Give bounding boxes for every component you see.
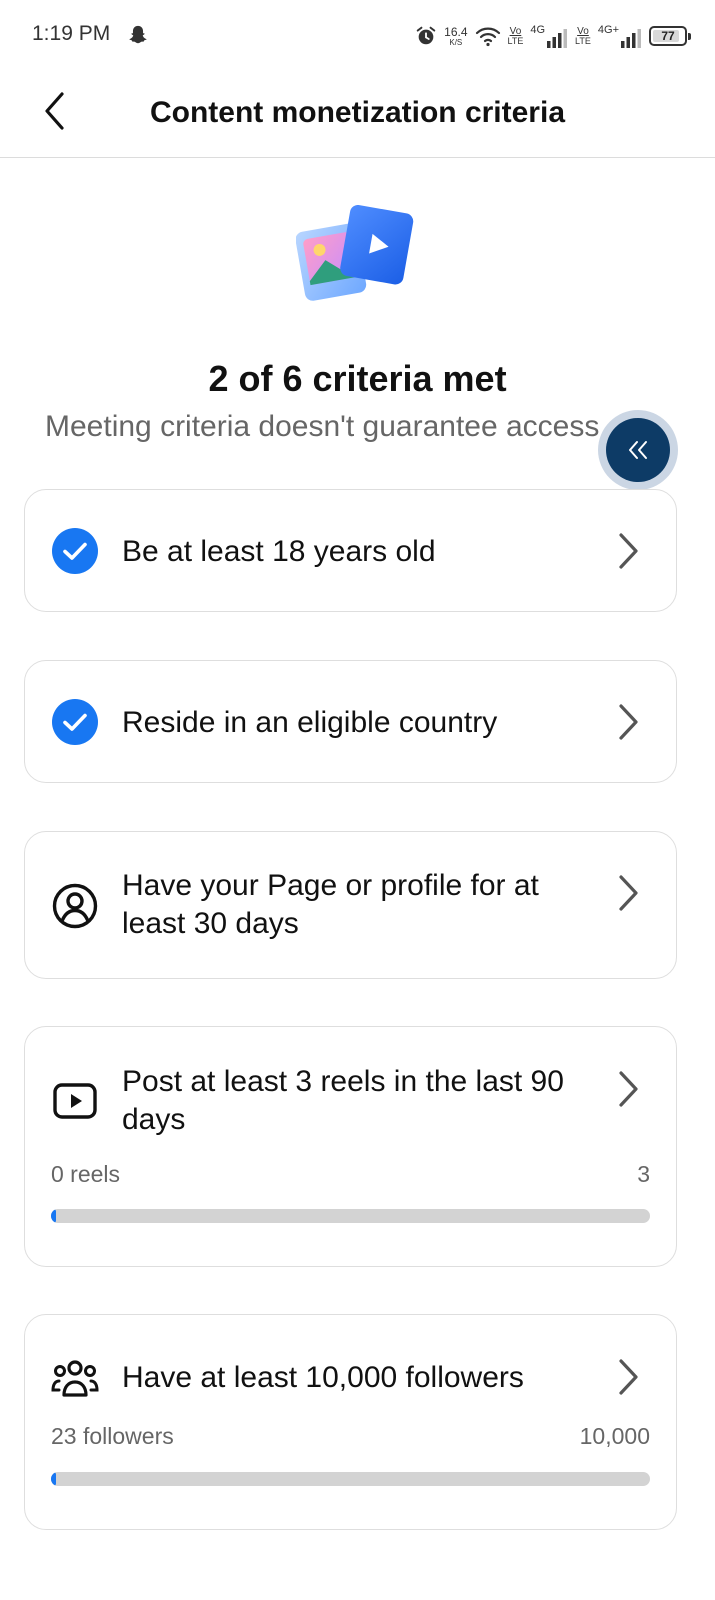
criterion-label: Reside in an eligible country — [122, 706, 498, 739]
check-circle-icon — [51, 698, 99, 746]
progress-target-label: 10,000 — [579, 1423, 650, 1449]
reel-play-icon — [51, 1077, 99, 1125]
progress-current-label: 0 reels — [51, 1161, 121, 1187]
chevron-right-icon — [619, 533, 638, 569]
followers-progress-bar — [51, 1472, 650, 1486]
network-speed: 16.4 K/S — [444, 26, 467, 47]
sim2-volte-bottom: LTE — [575, 35, 591, 46]
sim2-volte: Vo LTE — [575, 25, 591, 46]
criterion-card-reels[interactable]: Post at least 3 reels in the last 90 day… — [24, 1026, 677, 1267]
chevron-right-icon — [619, 1071, 638, 1107]
status-icons: 16.4 K/S Vo LTE 4G Vo LTE 4G+ 77 — [415, 20, 691, 52]
criterion-card-age[interactable]: Be at least 18 years old — [24, 489, 677, 612]
progress-current-label: 23 followers — [51, 1423, 174, 1449]
sim1-volte: Vo LTE — [507, 25, 524, 46]
criterion-card-account-age[interactable]: Have your Page or profile for at least 3… — [24, 831, 677, 979]
criterion-label: Have your Page or profile for at least 3… — [122, 869, 539, 940]
battery-level: 77 — [661, 29, 675, 43]
followers-icon — [51, 1355, 99, 1403]
sim1-network: 4G — [530, 24, 568, 48]
criterion-card-followers[interactable]: Have at least 10,000 followers 23 follow… — [24, 1314, 677, 1530]
sim1-network-type: 4G — [530, 24, 546, 36]
sim2-network: 4G+ — [598, 24, 642, 48]
status-bar: 1:19 PM 16.4 K/S Vo LTE 4G Vo LTE 4G+ 77 — [0, 0, 715, 72]
status-time: 1:19 PM — [32, 22, 111, 45]
sim2-network-type: 4G+ — [597, 24, 619, 36]
sim1-volte-top: Vo — [509, 25, 522, 37]
alarm-icon — [416, 26, 436, 45]
check-circle-icon — [51, 527, 99, 575]
progress-fill — [51, 1209, 56, 1223]
network-speed-unit: K/S — [449, 37, 463, 47]
criterion-label: Post at least 3 reels in the last 90 day… — [122, 1065, 564, 1136]
signal-icon — [547, 29, 568, 48]
floating-bubble-button[interactable] — [598, 410, 678, 490]
chevron-right-icon — [619, 875, 638, 911]
criterion-label: Have at least 10,000 followers — [122, 1361, 524, 1394]
reels-progress-bar — [51, 1209, 650, 1223]
criteria-summary-subtitle: Meeting criteria doesn't guarantee acces… — [45, 410, 600, 443]
signal-icon — [621, 29, 641, 48]
progress-fill — [51, 1472, 56, 1486]
progress-target-label: 3 — [637, 1161, 650, 1187]
double-chevron-left-icon — [629, 441, 647, 459]
criteria-summary-title: 2 of 6 criteria met — [208, 358, 507, 399]
battery-icon: 77 — [649, 26, 691, 46]
network-speed-value: 16.4 — [444, 24, 468, 39]
chevron-right-icon — [619, 1359, 638, 1395]
criterion-label: Be at least 18 years old — [122, 535, 436, 568]
wifi-icon — [475, 27, 500, 47]
media-illustration-icon — [296, 205, 414, 301]
profile-circle-icon — [51, 882, 99, 930]
snapchat-ghost-icon — [129, 25, 147, 44]
app-header: Content monetization criteria — [0, 72, 715, 158]
chevron-right-icon — [619, 704, 638, 740]
page-title: Content monetization criteria — [149, 96, 566, 129]
sim2-volte-top: Vo — [577, 25, 589, 37]
sim1-volte-bottom: LTE — [507, 35, 524, 46]
criterion-card-country[interactable]: Reside in an eligible country — [24, 660, 677, 783]
